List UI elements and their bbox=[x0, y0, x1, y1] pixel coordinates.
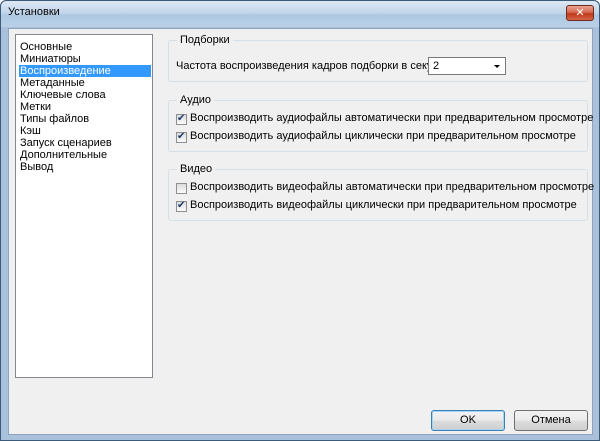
category-item-startup-scripts[interactable]: Запуск сценариев bbox=[19, 137, 151, 149]
audio-loop-label[interactable]: Воспроизводить аудиофайлы циклически при… bbox=[190, 130, 576, 142]
audio-autoplay-checkbox[interactable]: ✔ bbox=[176, 113, 187, 125]
stacks-fps-value: 2 bbox=[433, 60, 440, 72]
audio-loop-checkbox[interactable]: ✔ bbox=[176, 131, 187, 143]
category-item-general[interactable]: Основные bbox=[19, 41, 151, 53]
audio-group-title: Аудио bbox=[177, 93, 215, 107]
category-item-labels[interactable]: Метки bbox=[19, 101, 151, 113]
category-item-playback[interactable]: Воспроизведение bbox=[19, 65, 151, 77]
video-group-title: Видео bbox=[177, 162, 216, 176]
category-list[interactable]: Основные Миниатюры Воспроизведение Метад… bbox=[15, 34, 153, 378]
video-autoplay-checkbox[interactable] bbox=[176, 183, 187, 194]
audio-autoplay-label[interactable]: Воспроизводить аудиофайлы автоматически … bbox=[190, 112, 593, 124]
category-item-metadata[interactable]: Метаданные bbox=[19, 77, 151, 89]
stacks-fps-select[interactable]: 2 bbox=[428, 57, 506, 75]
preferences-window: Установки ✕ Основные Миниатюры Воспроизв… bbox=[0, 0, 600, 441]
checkmark-icon: ✔ bbox=[177, 131, 186, 142]
ok-button[interactable]: OK bbox=[431, 410, 505, 431]
category-item-output[interactable]: Вывод bbox=[19, 161, 151, 173]
stacks-fps-label: Частота воспроизведения кадров подборки … bbox=[176, 60, 454, 72]
category-item-file-types[interactable]: Типы файлов bbox=[19, 113, 151, 125]
title-bar[interactable]: Установки ✕ bbox=[1, 1, 599, 27]
checkmark-icon: ✔ bbox=[177, 200, 186, 211]
video-loop-checkbox[interactable]: ✔ bbox=[176, 200, 187, 212]
window-title: Установки bbox=[8, 6, 60, 18]
audio-group: Аудио ✔ Воспроизводить аудиофайлы автома… bbox=[168, 93, 593, 152]
cancel-button[interactable]: Отмена bbox=[514, 410, 588, 431]
category-item-advanced[interactable]: Дополнительные bbox=[19, 149, 151, 161]
stacks-group-title: Подборки bbox=[177, 33, 233, 47]
category-item-thumbnails[interactable]: Миниатюры bbox=[19, 53, 151, 65]
chevron-down-icon bbox=[494, 65, 500, 68]
category-item-cache[interactable]: Кэш bbox=[19, 125, 151, 137]
checkmark-icon: ✔ bbox=[177, 113, 186, 124]
video-loop-label[interactable]: Воспроизводить видеофайлы циклически при… bbox=[190, 199, 577, 211]
stacks-group: Подборки Частота воспроизведения кадров … bbox=[168, 33, 588, 82]
category-item-keywords[interactable]: Ключевые слова bbox=[19, 89, 151, 101]
video-autoplay-label[interactable]: Воспроизводить видеофайлы автоматически … bbox=[190, 181, 594, 193]
dialog-body: Основные Миниатюры Воспроизведение Метад… bbox=[8, 28, 594, 435]
video-group: Видео Воспроизводить видеофайлы автомати… bbox=[168, 162, 594, 221]
close-button[interactable]: ✕ bbox=[566, 5, 594, 21]
